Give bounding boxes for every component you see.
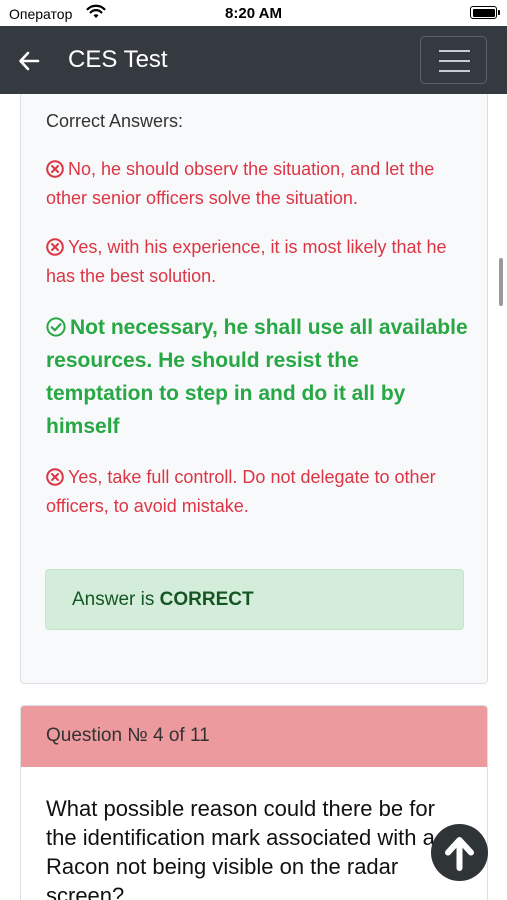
question-card: Question № 4 of 11 What possible reason … bbox=[20, 705, 488, 900]
hamburger-icon bbox=[439, 50, 470, 52]
check-circle-icon bbox=[46, 317, 66, 337]
answer-option-text: Not necessary, he shall use all availabl… bbox=[46, 316, 468, 438]
answers-card: Correct Answers: No, he should observ th… bbox=[20, 94, 488, 684]
page-title: CES Test bbox=[68, 46, 168, 73]
scroll-to-top-button[interactable] bbox=[431, 824, 488, 881]
status-time: 8:20 AM bbox=[225, 5, 282, 22]
scrollbar[interactable] bbox=[499, 258, 503, 306]
answer-option-text: No, he should observ the situation, and … bbox=[46, 159, 435, 208]
answer-option-text: Yes, take full controll. Do not delegate… bbox=[46, 467, 436, 516]
answer-option-wrong: Yes, take full controll. Do not delegate… bbox=[46, 463, 471, 521]
result-value: CORRECT bbox=[159, 589, 254, 610]
battery-icon bbox=[470, 6, 500, 19]
answer-option-wrong: No, he should observ the situation, and … bbox=[46, 155, 471, 213]
x-circle-icon bbox=[46, 160, 64, 178]
correct-answers-heading: Correct Answers: bbox=[46, 111, 184, 131]
result-alert: Answer is CORRECT bbox=[45, 569, 464, 630]
x-circle-icon bbox=[46, 238, 64, 256]
x-circle-icon bbox=[46, 468, 64, 486]
status-bar: Оператор 8:20 AM bbox=[0, 0, 507, 28]
app-header: CES Test bbox=[0, 26, 507, 94]
answer-option-wrong: Yes, with his experience, it is most lik… bbox=[46, 233, 471, 291]
arrow-left-icon[interactable] bbox=[18, 50, 40, 72]
result-prefix: Answer is bbox=[72, 589, 160, 610]
main-content[interactable]: Correct Answers: No, he should observ th… bbox=[0, 94, 507, 900]
question-number: Question № 4 of 11 bbox=[21, 706, 487, 767]
menu-button[interactable] bbox=[420, 36, 487, 84]
question-text: What possible reason could there be for … bbox=[46, 796, 435, 900]
answer-option-text: Yes, with his experience, it is most lik… bbox=[46, 237, 447, 286]
answer-option-correct: Not necessary, he shall use all availabl… bbox=[46, 311, 471, 443]
arrow-up-circle-icon bbox=[445, 837, 474, 871]
